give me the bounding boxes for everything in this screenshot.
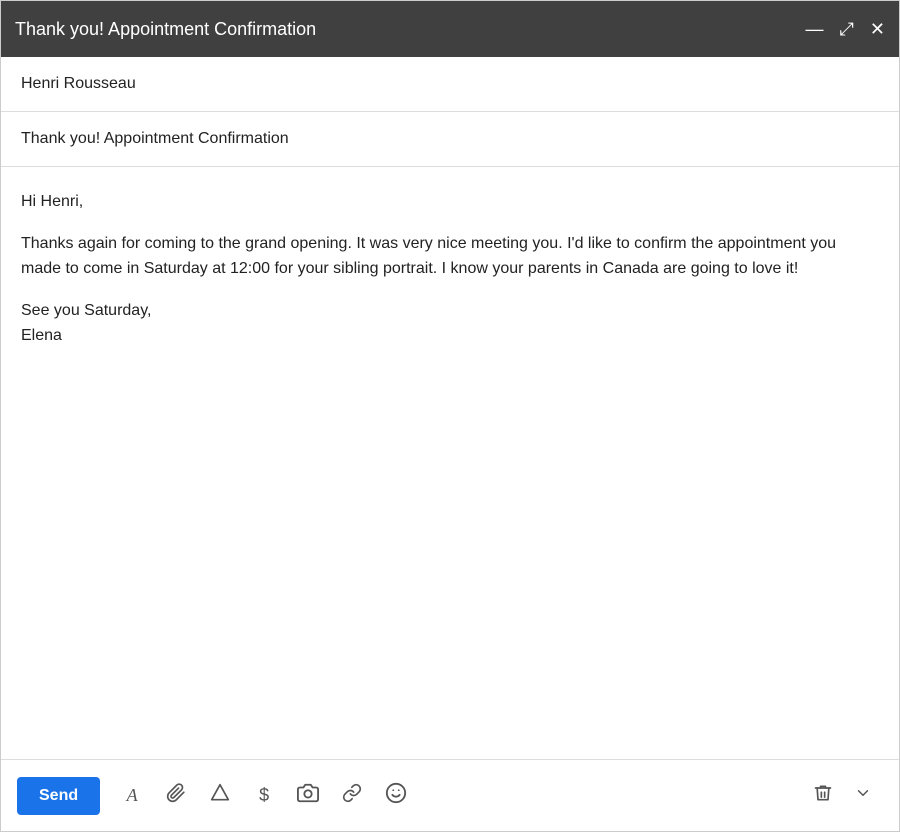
- subject-field[interactable]: Thank you! Appointment Confirmation: [1, 112, 899, 167]
- link-icon: [342, 783, 362, 809]
- close-button[interactable]: ✕: [870, 20, 885, 38]
- delete-button[interactable]: [803, 776, 843, 816]
- subject-value: Thank you! Appointment Confirmation: [21, 130, 289, 147]
- greeting: Hi Henri,: [21, 189, 879, 215]
- maximize-button[interactable]: ⤢: [840, 20, 854, 38]
- title-bar: Thank you! Appointment Confirmation — ⤢ …: [1, 1, 899, 57]
- body-paragraph1: Thanks again for coming to the grand ope…: [21, 231, 879, 282]
- font-icon: A: [127, 785, 138, 806]
- signature: Elena: [21, 327, 62, 344]
- email-compose-window: Thank you! Appointment Confirmation — ⤢ …: [0, 0, 900, 832]
- dollar-icon: $: [259, 785, 269, 806]
- to-field[interactable]: Henri Rousseau: [1, 57, 899, 112]
- emoji-button[interactable]: [376, 776, 416, 816]
- email-body[interactable]: Hi Henri, Thanks again for coming to the…: [1, 167, 899, 759]
- emoji-icon: [385, 782, 407, 810]
- link-button[interactable]: [332, 776, 372, 816]
- attach-icon: [166, 783, 186, 809]
- dollar-button[interactable]: $: [244, 776, 284, 816]
- more-options-button[interactable]: [843, 776, 883, 816]
- drive-icon: [210, 783, 230, 809]
- window-controls: — ⤢ ✕: [806, 20, 886, 38]
- toolbar-right-actions: [803, 776, 883, 816]
- trash-icon: [813, 783, 833, 809]
- window-title: Thank you! Appointment Confirmation: [15, 19, 316, 40]
- body-closing: See you Saturday, Elena: [21, 298, 879, 349]
- attach-button[interactable]: [156, 776, 196, 816]
- closing-line: See you Saturday,: [21, 302, 151, 319]
- to-value: Henri Rousseau: [21, 75, 136, 92]
- photo-icon: [297, 782, 319, 810]
- chevron-down-icon: [854, 784, 872, 808]
- compose-toolbar: Send A $: [1, 759, 899, 831]
- font-format-button[interactable]: A: [112, 776, 152, 816]
- drive-button[interactable]: [200, 776, 240, 816]
- send-button[interactable]: Send: [17, 777, 100, 815]
- photo-button[interactable]: [288, 776, 328, 816]
- minimize-button[interactable]: —: [806, 20, 824, 38]
